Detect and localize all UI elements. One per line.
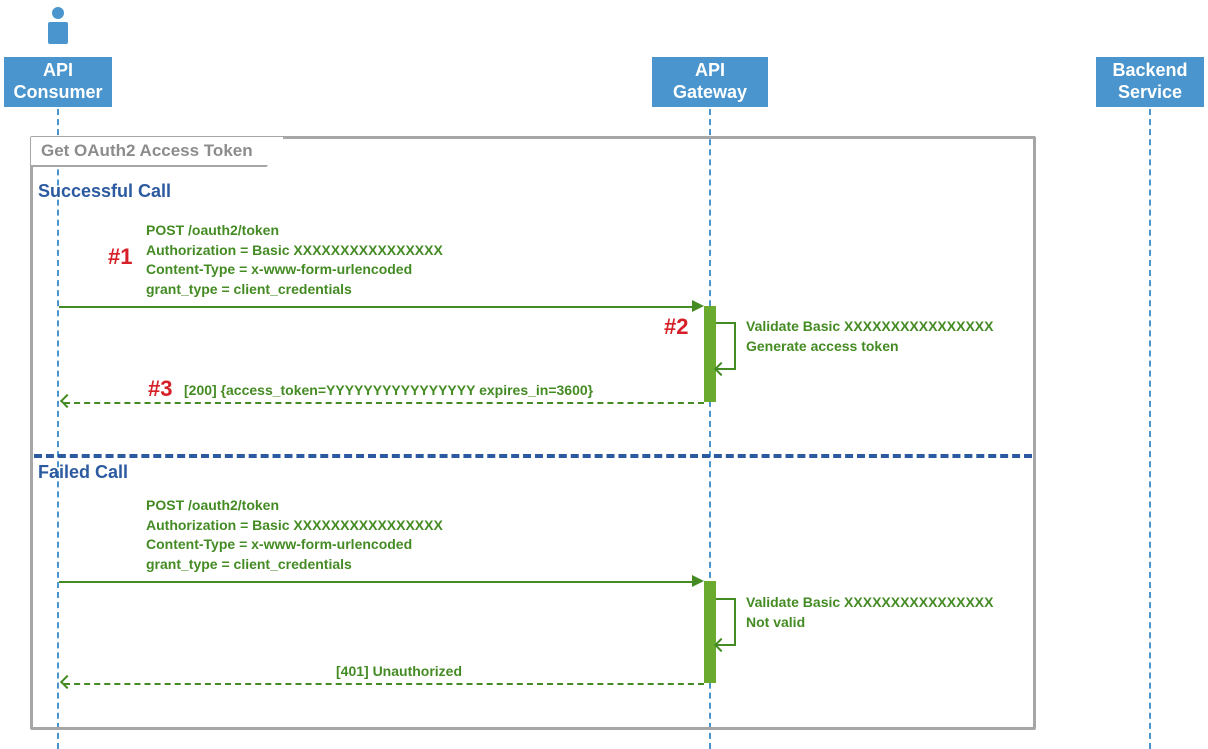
- lifeline-backend: [1149, 109, 1151, 749]
- req-line: grant_type = client_credentials: [146, 280, 443, 300]
- req-line: POST /oauth2/token: [146, 221, 443, 241]
- proc-line: Generate access token: [746, 337, 993, 357]
- participant-backend: Backend Service: [1096, 57, 1204, 107]
- failed-process-text: Validate Basic XXXXXXXXXXXXXXXX Not vali…: [746, 593, 993, 632]
- person-icon: [46, 6, 70, 46]
- participant-gateway: API Gateway: [652, 57, 768, 107]
- failed-request-text: POST /oauth2/token Authorization = Basic…: [146, 496, 443, 574]
- marker-1: #1: [108, 244, 132, 270]
- frame-title: Get OAuth2 Access Token: [31, 137, 285, 167]
- arrow-failed-request: [59, 581, 699, 583]
- arrowhead-right-icon: [692, 300, 704, 312]
- section-failed-label: Failed Call: [38, 462, 128, 483]
- req-line: POST /oauth2/token: [146, 496, 443, 516]
- activation-gateway-success: [704, 306, 716, 402]
- req-line: grant_type = client_credentials: [146, 555, 443, 575]
- activation-gateway-failed: [704, 581, 716, 683]
- proc-line: Validate Basic XXXXXXXXXXXXXXXX: [746, 593, 993, 613]
- section-divider: [34, 454, 1032, 458]
- req-line: Authorization = Basic XXXXXXXXXXXXXXXX: [146, 516, 443, 536]
- req-line: Content-Type = x-www-form-urlencoded: [146, 260, 443, 280]
- failed-response-text: [401] Unauthorized: [336, 662, 462, 682]
- proc-line: Validate Basic XXXXXXXXXXXXXXXX: [746, 317, 993, 337]
- section-success-label: Successful Call: [38, 181, 171, 202]
- marker-2: #2: [664, 314, 688, 340]
- arrow-success-request: [59, 306, 699, 308]
- arrow-success-response: [64, 402, 704, 404]
- marker-3: #3: [148, 376, 172, 402]
- proc-line: Not valid: [746, 613, 993, 633]
- success-request-text: POST /oauth2/token Authorization = Basic…: [146, 221, 443, 299]
- req-line: Content-Type = x-www-form-urlencoded: [146, 535, 443, 555]
- participant-consumer: API Consumer: [4, 57, 112, 107]
- success-process-text: Validate Basic XXXXXXXXXXXXXXXX Generate…: [746, 317, 993, 356]
- success-response-text: [200] {access_token=YYYYYYYYYYYYYYYY exp…: [184, 381, 593, 401]
- arrowhead-right-icon: [692, 575, 704, 587]
- req-line: Authorization = Basic XXXXXXXXXXXXXXXX: [146, 241, 443, 261]
- arrow-failed-response: [64, 683, 704, 685]
